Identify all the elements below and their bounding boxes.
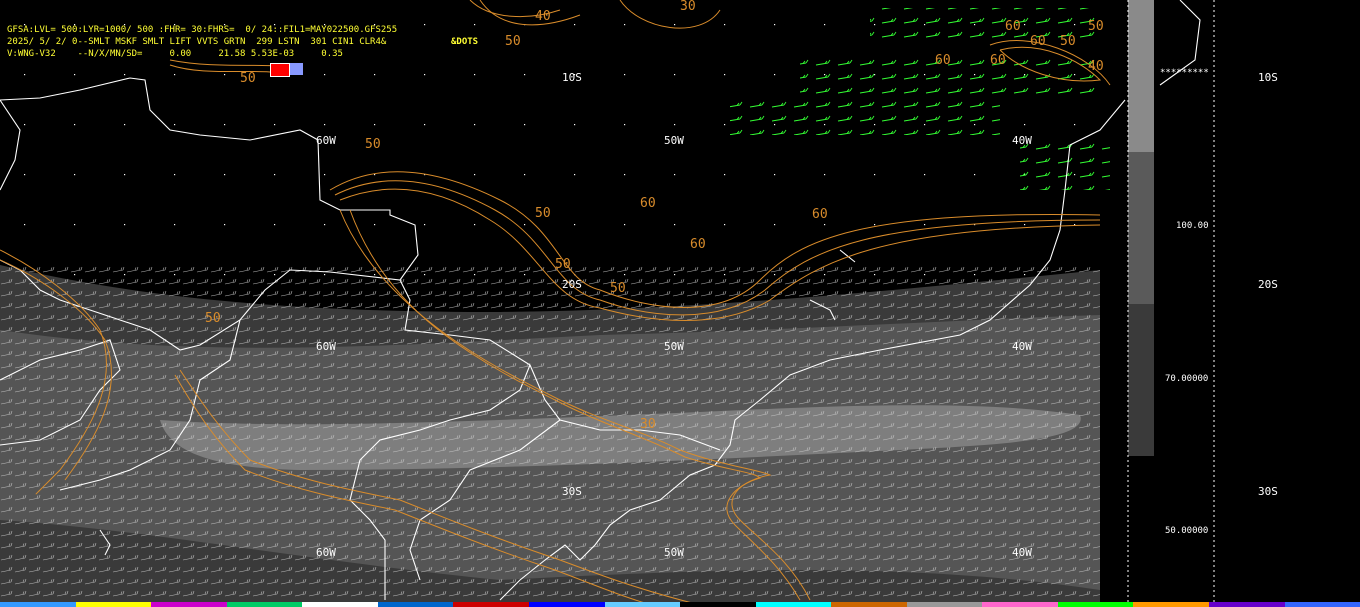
right-lat-label: 20S [1258,278,1278,291]
colorbar-label: 50.00000 [1165,526,1209,536]
contour-label: 60 [1030,34,1046,49]
contour-label: 60 [990,53,1006,68]
lon-label-40w: 40W [1012,546,1032,559]
lat-label-30s: 30S [562,485,582,498]
contour-label: 40 [535,9,551,24]
colorbar-label: 100.00 [1176,221,1209,231]
contour-label: 50 [240,71,256,86]
colorbar-label: 70.00000 [1165,374,1209,384]
color-swatch-blue[interactable] [290,63,303,75]
contour-label: 50 [365,137,381,152]
lon-label-50w: 50W [664,546,684,559]
dots-toggle[interactable]: &DOTS [451,37,478,47]
contour-label: 50 [610,281,626,296]
header-line-3: V:WNG-V32 --N/X/MN/SD= 0.00 21.58 5.53E-… [7,49,343,59]
header-line-2: 2025/ 5/ 2/ 0--SMLT MSKF SMLT LIFT VVTS … [7,37,387,47]
header-line-1: GFSA:LVL= 500:LYR=1000/ 500 :FHR= 30:FHR… [7,25,398,35]
lon-label-50w: 50W [664,340,684,353]
lon-label-50w: 50W [664,134,684,147]
lat-label-20s: 20S [562,278,582,291]
contour-label: 50 [1088,19,1104,34]
contour-label: 50 [205,311,221,326]
map-canvas[interactable]: 50 40 50 30 50 50 60 50 60 60 60 50 60 6… [0,0,1360,607]
contour-label: 60 [1005,19,1021,34]
color-palette-strip[interactable] [0,602,1360,607]
lon-label-60w: 60W [316,546,336,559]
colorbar [1127,0,1215,607]
contour-label: 60 [690,237,706,252]
contour-label: 60 [935,53,951,68]
right-lat-label: 30S [1258,485,1278,498]
contour-label: 50 [555,257,571,272]
contour-label: 60 [640,196,656,211]
contour-label: 50 [1060,34,1076,49]
contour-label: 40 [1088,59,1104,74]
color-swatch-red[interactable] [270,63,290,77]
lon-label-40w: 40W [1012,340,1032,353]
contour-label: 50 [535,206,551,221]
lon-label-40w: 40W [1012,134,1032,147]
contour-label: 30 [640,417,656,432]
contour-label: 60 [812,207,828,222]
colorbar-stars: ********* [1160,68,1209,78]
lon-label-60w: 60W [316,340,336,353]
contour-label: 50 [505,34,521,49]
lon-label-60w: 60W [316,134,336,147]
lat-label-10s: 10S [562,71,582,84]
right-lat-label: 10S [1258,71,1278,84]
contour-label: 30 [680,0,696,14]
